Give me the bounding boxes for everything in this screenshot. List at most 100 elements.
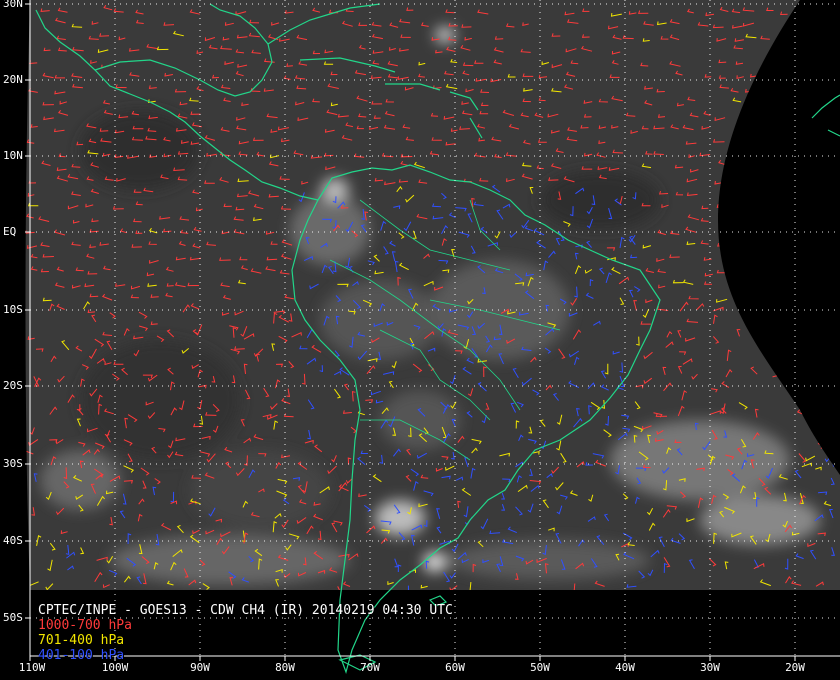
wind-barb — [807, 283, 817, 288]
lon-label-50w: 50W — [530, 661, 550, 674]
legend-low-level: 1000-700 hPa — [38, 618, 132, 633]
wind-barb — [772, 234, 784, 239]
wind-barb — [832, 427, 840, 438]
wind-barb — [747, 293, 759, 299]
wind-barb — [806, 203, 814, 208]
wind-barb — [746, 189, 755, 195]
wind-barb — [831, 340, 835, 352]
wind-barb — [761, 126, 772, 131]
wind-barb — [741, 281, 754, 286]
wind-barb — [792, 103, 802, 107]
satellite-image — [25, 0, 840, 590]
wind-barb — [788, 177, 799, 182]
wind-barb — [787, 58, 799, 63]
wind-barb — [749, 329, 756, 337]
lat-label-20n: 20N — [3, 73, 23, 86]
wind-barb — [795, 26, 804, 30]
lon-label-80w: 80W — [275, 661, 295, 674]
wind-barb — [733, 281, 742, 286]
wind-barb — [764, 346, 774, 351]
wind-barb — [823, 281, 832, 285]
wind-barb — [822, 178, 833, 182]
lat-label-10n: 10N — [3, 149, 23, 162]
lon-label-100w: 100W — [101, 661, 129, 674]
lon-label-20w: 20W — [785, 661, 805, 674]
wind-barb — [749, 216, 759, 220]
wind-barb — [805, 30, 816, 37]
wind-barb — [762, 309, 772, 320]
wind-barb — [746, 140, 757, 145]
wind-barb — [773, 59, 784, 65]
wind-barb — [732, 252, 740, 258]
wind-barb — [804, 215, 814, 220]
wind-barb — [806, 138, 817, 143]
wind-barb — [794, 356, 802, 363]
wind-barb — [823, 294, 833, 299]
wind-barb — [808, 151, 819, 156]
wind-barb — [775, 364, 786, 370]
africa-edge — [811, 94, 840, 137]
wind-barb — [823, 63, 831, 68]
legend-high-level: 401-100 hPa — [38, 648, 125, 663]
wind-barb — [792, 191, 800, 196]
wind-barb — [760, 297, 771, 301]
wind-barb — [731, 151, 739, 155]
lon-label-60w: 60W — [445, 661, 465, 674]
wind-barb — [822, 126, 834, 130]
lon-label-90w: 90W — [190, 661, 210, 674]
wind-barb — [817, 312, 826, 319]
lat-label-30s: 30S — [3, 457, 23, 470]
wind-barb — [742, 151, 754, 156]
lat-label-50s: 50S — [3, 611, 23, 624]
wind-barb — [809, 257, 817, 262]
wind-barb — [815, 310, 823, 322]
wind-barb — [821, 169, 832, 174]
wind-barb — [720, 225, 729, 232]
wind-barb — [760, 178, 770, 182]
lat-label-40s: 40S — [3, 534, 23, 547]
lon-label-40w: 40W — [615, 661, 635, 674]
wind-barb — [810, 337, 818, 347]
wind-barb — [774, 200, 785, 206]
wind-barb — [803, 266, 816, 273]
wind-barb — [807, 124, 816, 129]
wind-barb — [765, 139, 773, 143]
wind-barb — [801, 347, 810, 355]
wind-barb — [758, 153, 770, 158]
lat-label-10s: 10S — [3, 303, 23, 316]
wind-barb — [812, 392, 820, 402]
wind-barb — [823, 217, 833, 222]
wind-barb — [776, 149, 784, 154]
wind-barb — [819, 52, 830, 56]
wind-barb — [717, 214, 730, 220]
wind-barb — [819, 241, 831, 247]
wind-barb — [823, 193, 833, 198]
lat-label-eq: EQ — [3, 225, 17, 238]
wind-barb — [720, 191, 728, 196]
wind-barb — [790, 73, 800, 79]
wind-barb — [747, 100, 758, 104]
wind-barb — [789, 240, 800, 246]
wind-barb — [804, 375, 814, 380]
lon-label-30w: 30W — [700, 661, 720, 674]
wind-barb — [803, 388, 809, 397]
wind-barb — [822, 204, 834, 209]
wind-barb — [820, 7, 829, 12]
wind-barb — [760, 278, 773, 285]
wind-barb — [820, 272, 830, 276]
wind-barb — [774, 292, 784, 298]
wind-barb — [762, 89, 774, 94]
lon-label-110w: 110W — [18, 661, 46, 674]
wind-barb — [812, 337, 817, 349]
wind-barb — [805, 10, 817, 14]
wind-barb — [802, 333, 810, 338]
wind-barb — [802, 320, 811, 326]
legend-mid-level: 701-400 hPa — [38, 633, 125, 648]
wind-barb — [732, 270, 742, 274]
wind-barb — [732, 181, 741, 185]
map-caption: CPTEC/INPE - GOES13 - CDW CH4 (IR) 20140… — [38, 603, 453, 663]
wind-barb — [819, 89, 831, 94]
wind-barb — [777, 269, 787, 273]
wind-barb — [791, 297, 801, 302]
wind-barb — [789, 108, 800, 114]
